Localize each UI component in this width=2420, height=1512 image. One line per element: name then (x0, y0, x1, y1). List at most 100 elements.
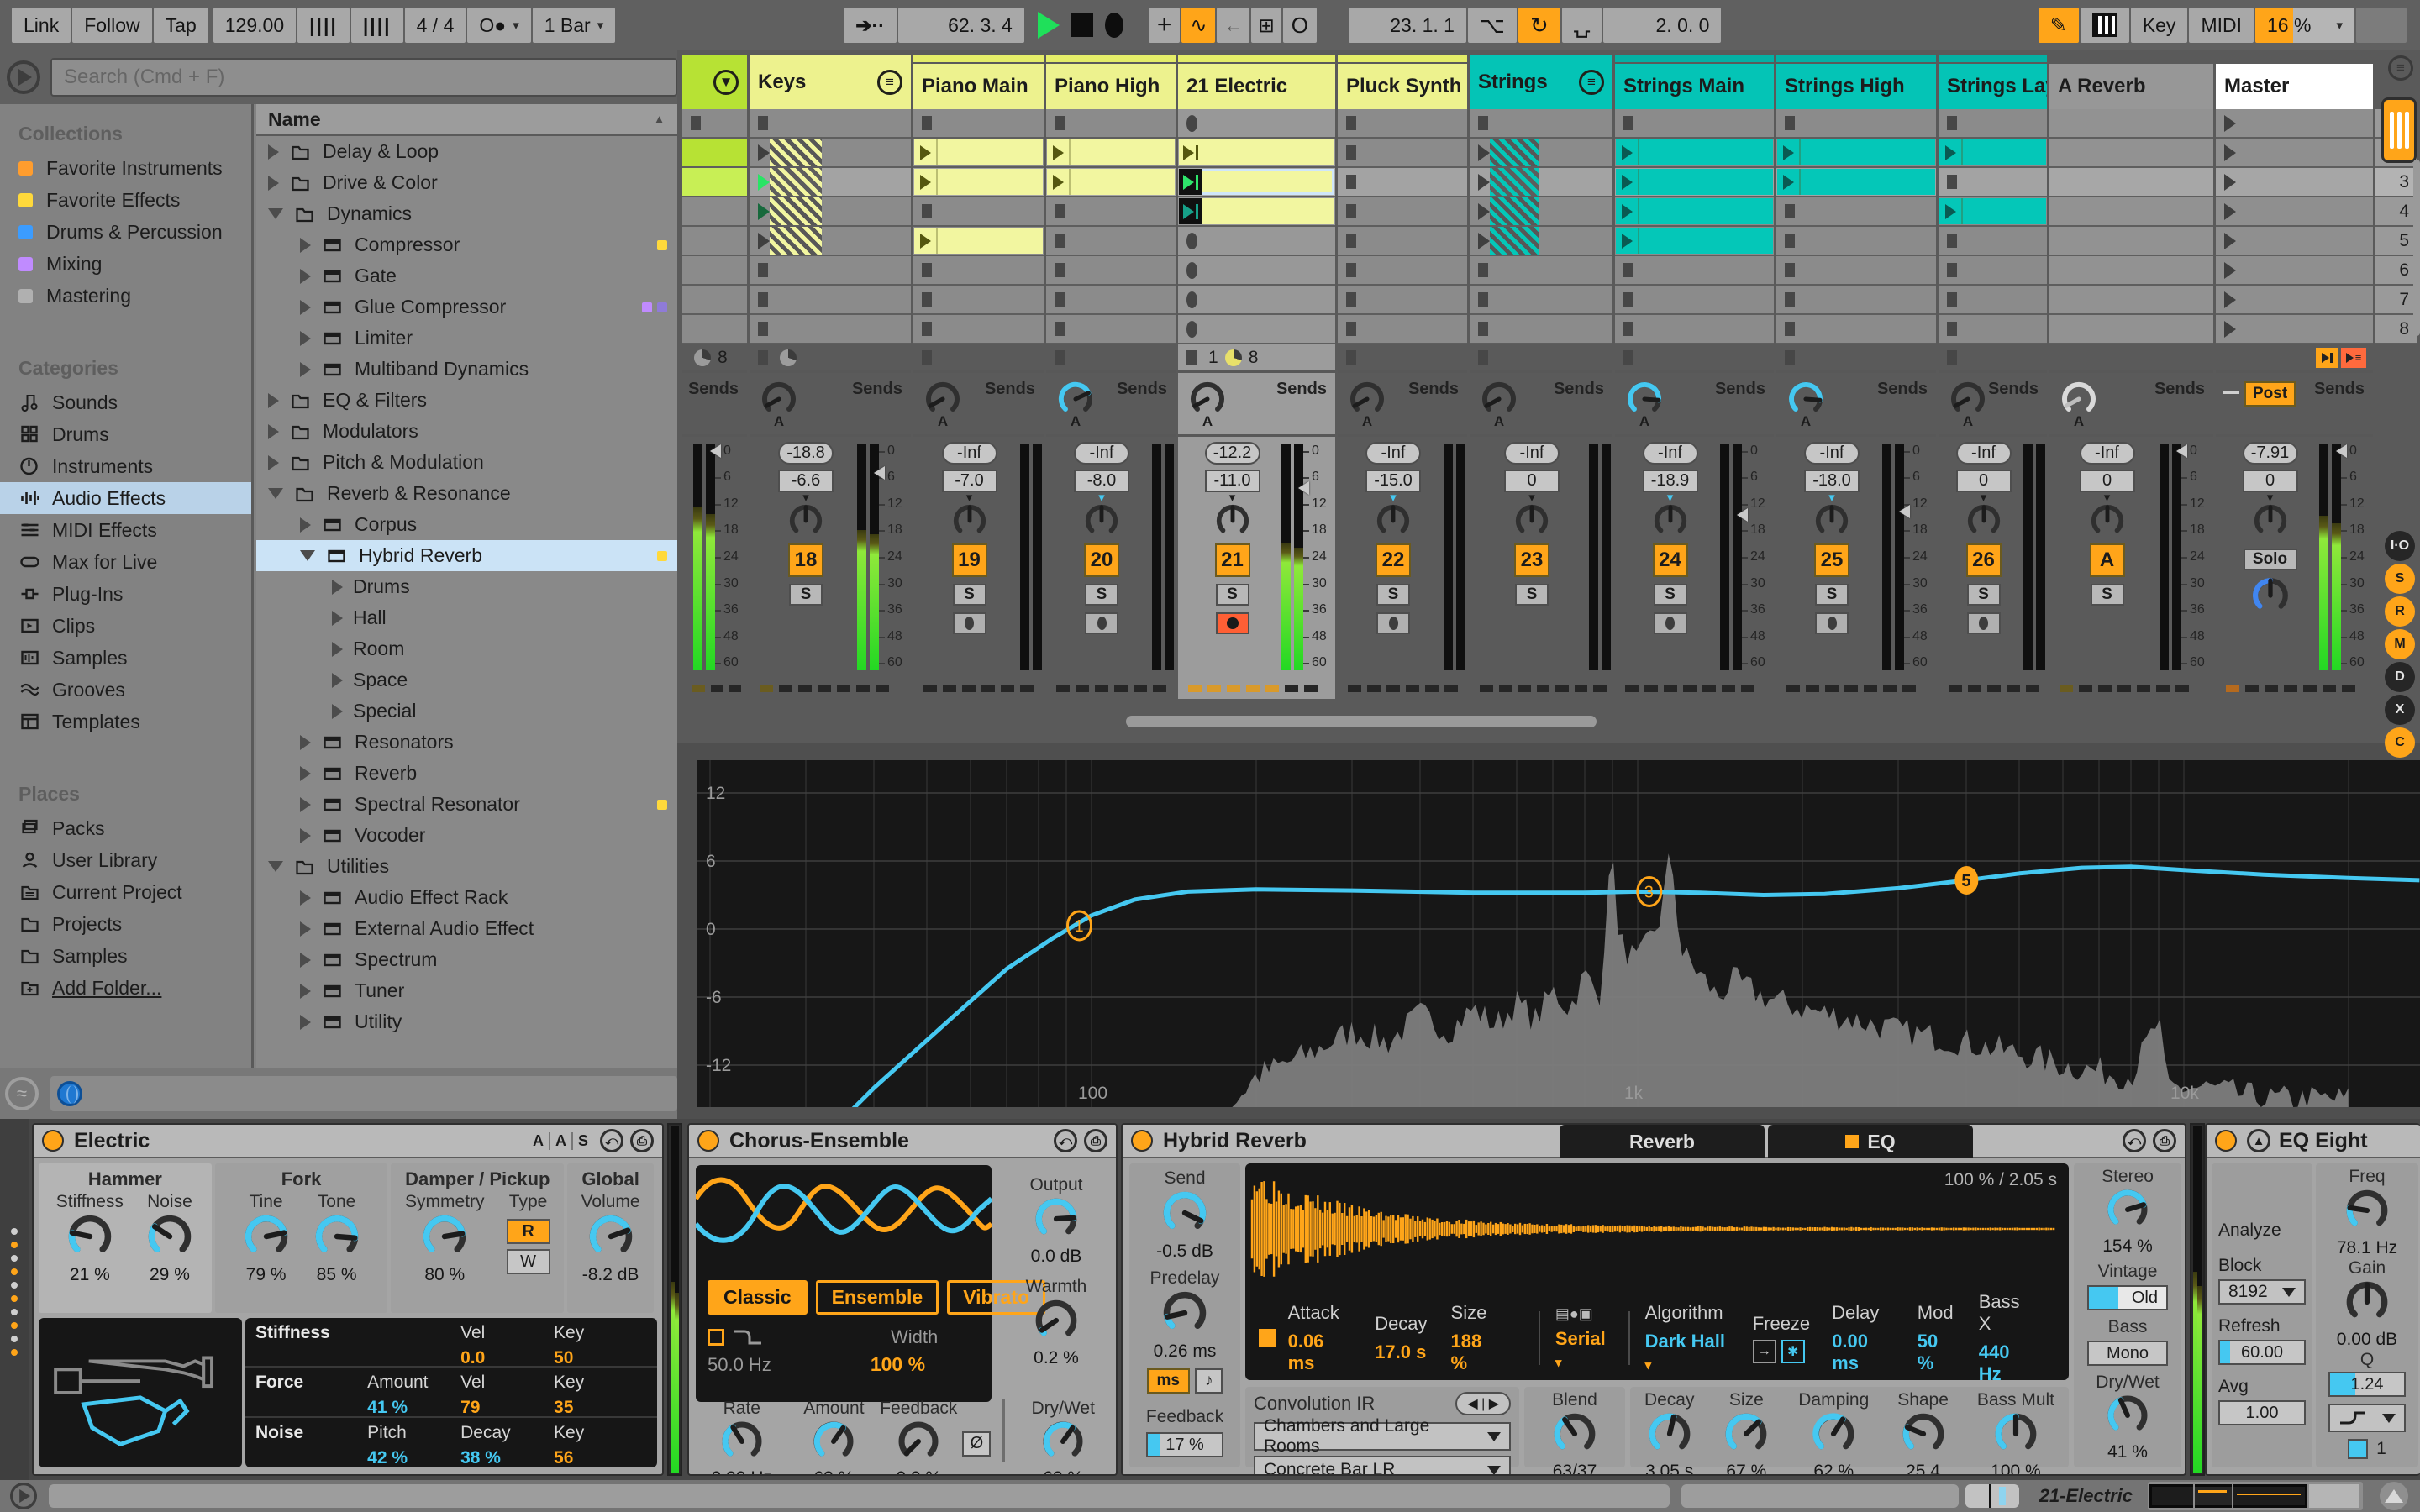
sidebar-item-instruments[interactable]: Instruments (0, 450, 251, 482)
clip-slot-strings-7[interactable] (1470, 286, 1612, 315)
clip-slot-piano-high-6[interactable] (1046, 256, 1176, 286)
cell-value[interactable]: 41 % (367, 1398, 460, 1418)
track-header-electric21[interactable]: 21 Electric (1178, 55, 1335, 109)
mixer-toggle-button[interactable] (2381, 97, 2417, 163)
tree-collapse-arrow[interactable] (268, 208, 283, 219)
chorus-amount[interactable]: Amount 63 % (803, 1399, 864, 1474)
loop-button[interactable]: ↻ (1518, 8, 1560, 43)
pan-dial[interactable] (1813, 502, 1850, 540)
peak-level-field[interactable]: -Inf (1642, 442, 1698, 465)
tree-item-special[interactable]: Special (256, 696, 677, 727)
clip-slot-strings-layer-4[interactable] (1939, 197, 2047, 227)
clip-slot-strings-5[interactable] (1470, 227, 1612, 256)
analyze-label[interactable]: Analyze (2218, 1221, 2306, 1241)
hybrid-send-dial[interactable] (1160, 1189, 1209, 1242)
scene-slot-5[interactable]: 5 (2375, 227, 2417, 256)
clip-slot-strings-layer-6[interactable] (1939, 256, 2047, 286)
width-value[interactable]: 100 % (871, 1353, 925, 1376)
track-header-pluck[interactable]: Pluck Synth (1338, 55, 1467, 109)
clip-slot-strings-layer-2[interactable] (1939, 139, 2047, 168)
track-header-strings-high[interactable]: Strings High (1776, 55, 1936, 109)
tree-expand-arrow[interactable] (300, 330, 311, 346)
group-fold-button[interactable]: ▼ (713, 70, 739, 95)
clip-piano-high-3[interactable] (1047, 169, 1175, 195)
pan-knob[interactable]: ▾ (1083, 491, 1120, 540)
clip-slot-keys-1[interactable] (750, 109, 911, 139)
clip-launch-button[interactable] (914, 169, 938, 195)
electric-tone-value[interactable]: 85 % (317, 1265, 357, 1285)
clip-slot-strings-main-2[interactable] (1615, 139, 1774, 168)
crossfade-segment[interactable] (876, 684, 889, 692)
tree-item-multiband-dynamics[interactable]: Multiband Dynamics (256, 354, 677, 385)
tree-item-space[interactable]: Space (256, 664, 677, 696)
hybrid-predelay[interactable]: Predelay 0.26 ms (1129, 1268, 1240, 1362)
band-filter-type-menu[interactable] (2328, 1404, 2406, 1432)
volume-field[interactable]: 0 (2079, 470, 2135, 492)
clip-slot-master-5[interactable] (2216, 227, 2373, 256)
hpf-freq[interactable]: 50.0 Hz (708, 1354, 771, 1376)
scene-slot-7[interactable]: 7 (2375, 286, 2417, 315)
block-menu[interactable]: 8192 (2218, 1279, 2306, 1305)
clip-slot-group-cut-5[interactable] (682, 227, 747, 256)
mixer-section-toggle-s[interactable]: S (2385, 564, 2415, 594)
clip-slot-a-reverb-7[interactable] (2049, 286, 2213, 315)
tree-item-corpus[interactable]: Corpus (256, 509, 677, 540)
clip-slot-master-4[interactable] (2216, 197, 2373, 227)
sidebar-item-projects[interactable]: Projects (0, 908, 251, 940)
electric-noise-dial[interactable] (145, 1212, 194, 1265)
clip-slot-a-reverb-1[interactable] (2049, 109, 2213, 139)
group-fold-button[interactable]: ≡ (1579, 70, 1604, 95)
search-input[interactable]: Search (Cmd + F) (50, 58, 677, 97)
tree-item-external-audio-effect[interactable]: External Audio Effect (256, 913, 677, 944)
peak-level-field[interactable]: -7.91 (2242, 442, 2298, 465)
pan-knob[interactable]: ▾ (1513, 491, 1550, 540)
pan-dial[interactable] (787, 502, 824, 540)
tree-item-drive-color[interactable]: Drive & Color (256, 167, 677, 198)
track-stop-all-button[interactable] (922, 350, 932, 365)
punch-out-button[interactable]: ⍽ (1561, 8, 1602, 43)
clip-slot-piano-high-4[interactable] (1046, 197, 1176, 227)
clip-piano-main-3[interactable] (914, 169, 1043, 195)
clip-slot-piano-main-2[interactable] (913, 139, 1044, 168)
electric-stiffness[interactable]: Stiffness 21 % (56, 1192, 124, 1285)
hybrid-stereo[interactable]: Stereo 154 % (2074, 1167, 2181, 1257)
crossfade-segment[interactable] (1722, 684, 1735, 692)
tree-expand-arrow[interactable] (332, 579, 343, 595)
sidebar-item-mastering[interactable]: Mastering (0, 280, 251, 312)
track-header-strings[interactable]: Strings ≡ (1470, 55, 1612, 109)
avg-field[interactable]: 1.00 (2218, 1400, 2306, 1425)
sidebar-item-user-library[interactable]: User Library (0, 844, 251, 876)
clip-slot-pluck-6[interactable] (1338, 256, 1467, 286)
save-preset-icon[interactable]: ⎙ (2153, 1129, 2176, 1152)
crossfade-segment[interactable] (2342, 684, 2355, 692)
crossfade-segment[interactable] (1536, 684, 1550, 692)
sidebar-item-midi-effects[interactable]: MIDI Effects (0, 514, 251, 546)
clip-piano-main-2[interactable] (914, 139, 1043, 165)
sidebar-item-add-folder-[interactable]: Add Folder... (0, 972, 251, 1004)
clip-strings-main-4[interactable] (1616, 198, 1773, 224)
track-activator[interactable]: 20 (1084, 543, 1119, 577)
crossfade-segment[interactable] (1367, 684, 1381, 692)
cell-value[interactable]: 42 % (367, 1448, 460, 1468)
tree-expand-arrow[interactable] (332, 672, 343, 688)
sidebar-item-packs[interactable]: Packs (0, 812, 251, 844)
clip-slot-strings-main-8[interactable] (1615, 315, 1774, 344)
send-a-knob[interactable]: A (760, 380, 798, 430)
tree-item-pitch-modulation[interactable]: Pitch & Modulation (256, 447, 677, 478)
clip-slot-group-cut-2[interactable] (682, 139, 747, 168)
clip-slot-pluck-5[interactable] (1338, 227, 1467, 256)
hotswap-icon[interactable]: ⤺ (1054, 1129, 1077, 1152)
crossfade-segment[interactable] (943, 684, 956, 692)
crossfade-segment[interactable] (1702, 684, 1716, 692)
band-1-gain-dial[interactable] (2344, 1278, 2391, 1330)
crossfade-segment[interactable] (856, 684, 870, 692)
electric-noise-value[interactable]: 29 % (150, 1265, 190, 1285)
hybrid-param-size[interactable]: Size 188 % (1451, 1302, 1500, 1374)
algorithm-menu[interactable]: Algorithm Dark Hall ▾ (1645, 1302, 1731, 1374)
track-stop-all-button[interactable] (1623, 350, 1634, 365)
track-header-piano-main[interactable]: Piano Main (913, 55, 1044, 109)
clip-slot-piano-high-2[interactable] (1046, 139, 1176, 168)
solo-button[interactable]: S (1515, 584, 1549, 606)
crossfade-segment[interactable] (1304, 684, 1318, 692)
cell-value[interactable]: 79 (460, 1398, 554, 1418)
